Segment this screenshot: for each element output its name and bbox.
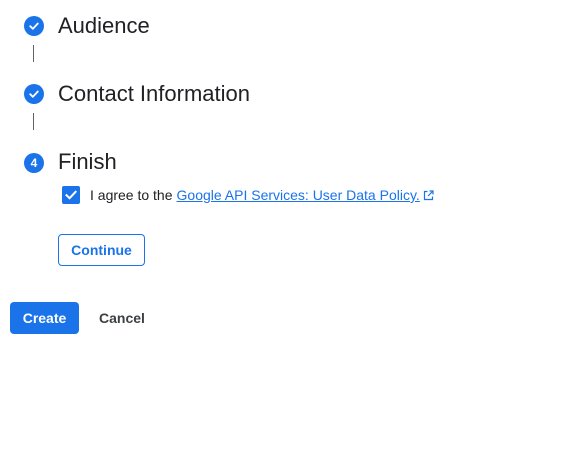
open-in-new-icon[interactable] — [423, 189, 434, 201]
agreement-text: I agree to the — [90, 187, 173, 203]
continue-button[interactable]: Continue — [58, 234, 145, 266]
checkmark-icon — [65, 190, 78, 200]
step-2-check-icon — [24, 84, 44, 104]
step-1-title[interactable]: Audience — [58, 12, 150, 40]
step-finish-title: Finish — [58, 149, 117, 174]
step-2-title[interactable]: Contact Information — [58, 80, 250, 108]
cancel-button[interactable]: Cancel — [89, 302, 155, 334]
agreement-row: I agree to the Google API Services: User… — [62, 186, 434, 204]
step-number: 4 — [30, 156, 38, 170]
step-1-check-icon — [24, 16, 44, 36]
create-wizard: Audience Contact Information 4 Finish I … — [0, 0, 585, 458]
agree-checkbox[interactable] — [62, 186, 80, 204]
step-connector — [33, 45, 34, 62]
step-4-number-badge: 4 — [24, 153, 44, 173]
create-button[interactable]: Create — [10, 302, 79, 334]
user-data-policy-link[interactable]: Google API Services: User Data Policy. — [177, 187, 420, 203]
step-connector — [33, 113, 34, 130]
